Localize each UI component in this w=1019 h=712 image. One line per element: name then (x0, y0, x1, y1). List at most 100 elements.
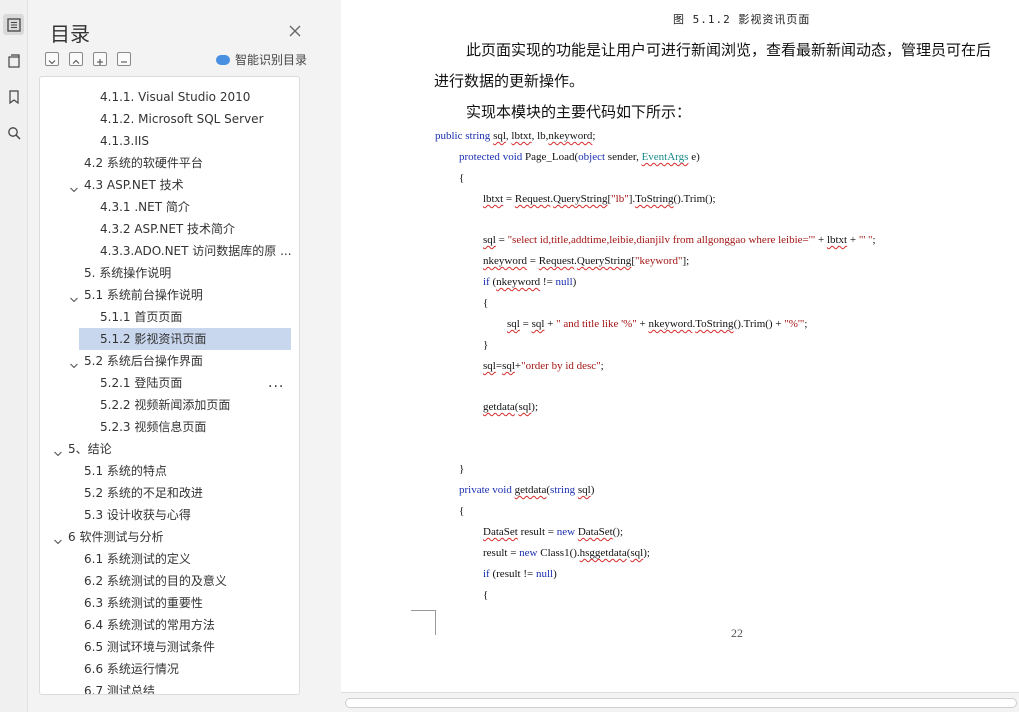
toc-item-label: 5.1.1 首页页面 (100, 310, 183, 324)
toc-item[interactable]: 5.1.2 影视资讯页面 (40, 328, 299, 350)
smart-recognize-button[interactable]: 智能识别目录 (216, 51, 307, 68)
toc-item-label: 5. 系统操作说明 (84, 266, 172, 280)
code-line: nkeyword = Request.QueryString["keyword"… (483, 255, 690, 267)
horizontal-scrollbar[interactable] (341, 692, 1019, 712)
toc-item[interactable]: 6.5 测试环境与测试条件 (40, 636, 299, 658)
toc-item-label: 4.2 系统的软硬件平台 (84, 156, 203, 170)
toc-item[interactable]: 6 软件测试与分析 (40, 526, 299, 548)
code-line: { (483, 589, 489, 601)
toc-item-label: 4.1.3.IIS (100, 134, 150, 148)
code-line: getdata(sql); (483, 401, 539, 413)
toc-item-label: 5.1 系统的特点 (84, 464, 167, 478)
toc-item[interactable]: 5.2.1 登陆页面... (40, 372, 299, 394)
code-line: private void getdata(string sql) (459, 484, 595, 496)
document-page: 图 5.1.2 影视资讯页面 此页面实现的功能是让用户可进行新闻浏览，查看最新新… (341, 0, 1019, 692)
toc-item[interactable]: 5.2.2 视频新闻添加页面 (40, 394, 299, 416)
expand-all-icon[interactable] (45, 52, 59, 66)
toc-item[interactable]: 5、结论 (40, 438, 299, 460)
toc-item-label: 6.2 系统测试的目的及意义 (84, 574, 227, 588)
toc-item-label: 5.2.2 视频新闻添加页面 (100, 398, 231, 412)
toc-item[interactable]: 6.3 系统测试的重要性 (40, 592, 299, 614)
code-line: } (483, 339, 489, 351)
figure-caption: 图 5.1.2 影视资讯页面 (673, 13, 811, 26)
toc-item[interactable]: 5.2 系统后台操作界面 (40, 350, 299, 372)
document-area: 图 5.1.2 影视资讯页面 此页面实现的功能是让用户可进行新闻浏览，查看最新新… (341, 0, 1019, 712)
code-line: protected void Page_Load(object sender, … (459, 151, 700, 163)
code-line: sql=sql+"order by id desc"; (483, 360, 604, 372)
chevron-down-icon[interactable] (69, 180, 79, 193)
toc-item[interactable]: 4.3.2 ASP.NET 技术简介 (40, 218, 299, 240)
code-line: DataSet result = new DataSet(); (483, 526, 624, 538)
toc-item[interactable]: 5.2 系统的不足和改进 (40, 482, 299, 504)
remove-entry-icon[interactable] (117, 52, 131, 66)
toc-item[interactable]: 5.3 设计收获与心得 (40, 504, 299, 526)
toc-item-label: 5.1.2 影视资讯页面 (100, 332, 207, 346)
paragraph-line: 进行数据的更新操作。 (434, 72, 585, 90)
toc-item[interactable]: 4.3.1 .NET 简介 (40, 196, 299, 218)
toc-item[interactable]: 6.7 测试总结 (40, 680, 299, 695)
code-line: if (nkeyword != null) (483, 276, 577, 288)
toc-item[interactable]: 5.2.3 视频信息页面 (40, 416, 299, 438)
toc-item-label: 5、结论 (68, 442, 112, 456)
code-line: sql = sql + " and title like '%" + nkeyw… (507, 318, 808, 330)
toc-item[interactable]: 4.2 系统的软硬件平台 (40, 152, 299, 174)
horizontal-scrollbar-thumb[interactable] (345, 698, 1017, 708)
toc-list: 4.1.1. Visual Studio 2010 4.1.2. Microsof… (39, 76, 300, 695)
bookmark-icon[interactable] (3, 86, 24, 107)
toc-item[interactable]: 4.1.1. Visual Studio 2010 (40, 86, 299, 108)
more-options-icon[interactable]: ... (268, 372, 284, 394)
chevron-down-icon[interactable] (69, 290, 79, 303)
page-number: 22 (731, 626, 743, 640)
toc-item-label: 6.6 系统运行情况 (84, 662, 179, 676)
toc-item-label: 4.3.1 .NET 简介 (100, 200, 190, 214)
toc-item[interactable]: 5. 系统操作说明 (40, 262, 299, 284)
smart-recognize-label: 智能识别目录 (235, 53, 308, 67)
toc-item[interactable]: 4.3 ASP.NET 技术 (40, 174, 299, 196)
toc-item-label: 6.7 测试总结 (84, 684, 155, 695)
toc-item[interactable]: 6.2 系统测试的目的及意义 (40, 570, 299, 592)
toc-item-label: 4.3 ASP.NET 技术 (84, 178, 184, 192)
code-line: if (result != null) (483, 568, 557, 580)
code-line: sql = "select id,title,addtime,leibie,di… (483, 234, 876, 246)
code-line: result = new Class1().hsggetdata(sql); (483, 547, 650, 559)
toc-item[interactable]: 6.1 系统测试的定义 (40, 548, 299, 570)
toc-item[interactable]: 6.4 系统测试的常用方法 (40, 614, 299, 636)
pages-icon[interactable] (3, 50, 24, 71)
toc-item[interactable]: 4.1.2. Microsoft SQL Server (40, 108, 299, 130)
code-line: { (459, 505, 465, 517)
paragraph-line: 此页面实现的功能是让用户可进行新闻浏览，查看最新新闻动态，管理员可在后 (466, 41, 992, 59)
collapse-all-icon[interactable] (69, 52, 83, 66)
toc-item[interactable]: 4.1.3.IIS (40, 130, 299, 152)
toc-item-label: 5.2 系统的不足和改进 (84, 486, 203, 500)
toc-item-label: 5.1 系统前台操作说明 (84, 288, 203, 302)
toc-item-label: 5.2.1 登陆页面 (100, 376, 183, 390)
page-corner-mark (411, 610, 436, 635)
paragraph-line: 实现本模块的主要代码如下所示： (466, 103, 692, 121)
panel-splitter[interactable] (329, 0, 341, 712)
code-line: { (483, 297, 489, 309)
toc-item-label: 4.3.2 ASP.NET 技术简介 (100, 222, 236, 236)
code-line: lbtxt = Request.QueryString["lb"].ToStri… (483, 193, 716, 205)
toc-item-label: 5.3 设计收获与心得 (84, 508, 191, 522)
code-line: public string sql, lbtxt, lb,nkeyword; (435, 130, 596, 142)
search-icon[interactable] (3, 122, 24, 143)
toc-item-label: 6.4 系统测试的常用方法 (84, 618, 215, 632)
code-line: } (459, 463, 465, 475)
chevron-down-icon[interactable] (69, 356, 79, 369)
toc-item-label: 5.2 系统后台操作界面 (84, 354, 203, 368)
sidebar-rail (0, 0, 28, 712)
toc-item[interactable]: 5.1 系统的特点 (40, 460, 299, 482)
chevron-down-icon[interactable] (53, 532, 63, 545)
toc-item[interactable]: 5.1.1 首页页面 (40, 306, 299, 328)
toc-item-label: 6.1 系统测试的定义 (84, 552, 191, 566)
toc-item-label: 6.5 测试环境与测试条件 (84, 640, 215, 654)
close-icon[interactable] (286, 22, 304, 40)
toc-item-label: 6.3 系统测试的重要性 (84, 596, 203, 610)
chevron-down-icon[interactable] (53, 444, 63, 457)
toc-item[interactable]: 4.3.3.ADO.NET 访问数据库的原 ... (40, 240, 299, 262)
toc-icon[interactable] (3, 14, 24, 35)
toc-item[interactable]: 5.1 系统前台操作说明 (40, 284, 299, 306)
add-entry-icon[interactable] (93, 52, 107, 66)
code-line: { (459, 172, 465, 184)
toc-item[interactable]: 6.6 系统运行情况 (40, 658, 299, 680)
